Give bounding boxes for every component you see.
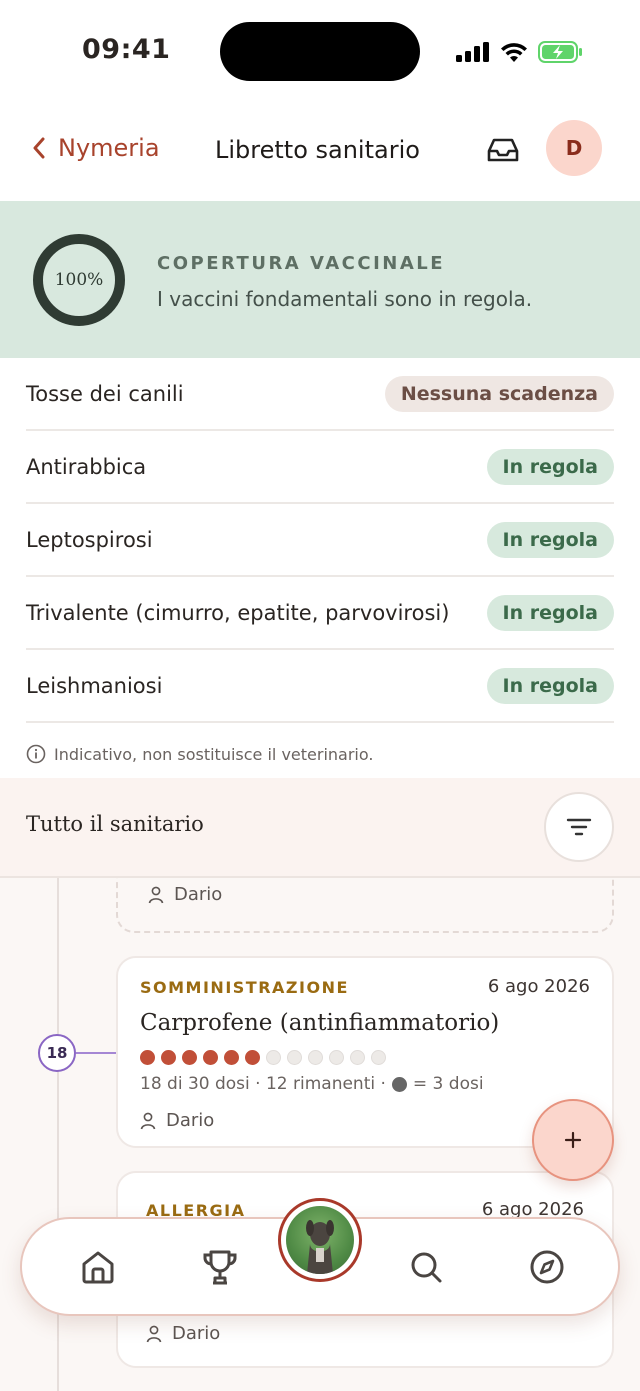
dose-dot-remaining <box>371 1050 386 1065</box>
disclaimer-text: Indicativo, non sostituisce il veterinar… <box>54 744 374 764</box>
dynamic-island <box>220 22 420 81</box>
dog-photo-icon <box>306 1220 334 1274</box>
dose-dot-taken <box>161 1050 176 1065</box>
dose-dot-remaining <box>287 1050 302 1065</box>
inbox-button[interactable] <box>485 132 521 168</box>
coverage-percent: 100% <box>54 270 104 290</box>
status-badge: In regola <box>486 521 614 558</box>
person-icon <box>140 1112 156 1129</box>
vaccine-name: Antirabbica <box>26 454 147 479</box>
dose-dot-taken <box>203 1050 218 1065</box>
battery-icon <box>538 41 582 63</box>
dose-dot-remaining <box>329 1050 344 1065</box>
vaccine-row-leptospirosi[interactable]: Leptospirosi In regola <box>26 504 614 577</box>
vaccine-row-leishmaniosi[interactable]: Leishmaniosi In regola <box>26 650 614 723</box>
section-title: Tutto il sanitario <box>26 812 204 836</box>
dose-dot-taken <box>245 1050 260 1065</box>
tab-home[interactable] <box>78 1247 118 1287</box>
health-section-header: Tutto il sanitario <box>0 778 640 878</box>
dose-unit-dot <box>391 1076 407 1092</box>
chevron-left-icon <box>33 137 45 159</box>
vaccine-name: Trivalente (cimurro, epatite, parvoviros… <box>26 600 450 625</box>
dose-unit: = 3 dosi <box>412 1074 484 1094</box>
trophy-icon <box>203 1250 237 1285</box>
filter-button[interactable] <box>544 792 614 862</box>
add-button[interactable] <box>532 1099 614 1181</box>
timeline-card-previous[interactable]: Dario <box>116 878 614 933</box>
search-icon <box>411 1252 442 1283</box>
dose-count: 18 di 30 dosi · 12 rimanenti · <box>140 1074 386 1094</box>
vaccine-name: Leishmaniosi <box>26 673 163 698</box>
card-date: 6 ago 2026 <box>487 976 590 997</box>
tab-pet-profile[interactable] <box>278 1198 362 1282</box>
compass-icon <box>530 1250 564 1284</box>
person-icon <box>146 1325 162 1342</box>
wifi-icon <box>501 43 527 62</box>
signal-icon <box>456 42 489 62</box>
status-badge: In regola <box>486 448 614 485</box>
vaccine-name: Leptospirosi <box>26 527 153 552</box>
plus-icon <box>564 1131 582 1149</box>
vaccine-row-trivalente[interactable]: Trivalente (cimurro, epatite, parvoviros… <box>26 577 614 650</box>
back-button[interactable]: Nymeria <box>32 134 160 162</box>
dose-dot-taken <box>224 1050 239 1065</box>
card-title: Carprofene (antinfiammatorio) <box>140 1010 500 1036</box>
disclaimer: Indicativo, non sostituisce il veterinar… <box>26 744 373 764</box>
status-bar: 09:41 <box>0 0 640 100</box>
dose-info: 18 di 30 dosi · 12 rimanenti · = 3 dosi <box>140 1074 484 1094</box>
dose-progress <box>140 1050 386 1065</box>
vaccine-row-tosse[interactable]: Tosse dei canili Nessuna scadenza <box>26 358 614 431</box>
vaccine-name: Tosse dei canili <box>26 381 184 406</box>
coverage-title: COPERTURA VACCINALE <box>157 253 446 274</box>
dog-avatar <box>286 1206 354 1274</box>
inbox-icon <box>487 138 519 162</box>
tab-explore[interactable] <box>527 1247 567 1287</box>
status-badge: In regola <box>486 594 614 631</box>
person-line: Dario <box>148 884 222 905</box>
dose-dot-remaining <box>308 1050 323 1065</box>
page-title: Libretto sanitario <box>215 136 420 164</box>
status-badge: Nessuna scadenza <box>384 375 614 412</box>
status-time: 09:41 <box>82 34 171 65</box>
day-badge: 18 <box>38 1034 76 1072</box>
user-avatar[interactable]: D <box>546 120 602 176</box>
person-line: Dario <box>140 1110 214 1131</box>
tab-trophy[interactable] <box>200 1247 240 1287</box>
status-icons <box>456 38 584 66</box>
filter-icon <box>566 818 592 836</box>
person-name: Dario <box>172 1323 221 1344</box>
day-connector <box>76 1052 116 1054</box>
person-name: Dario <box>166 1110 215 1131</box>
dose-dot-taken <box>140 1050 155 1065</box>
person-name: Dario <box>174 884 223 905</box>
dose-dot-taken <box>182 1050 197 1065</box>
nav-bar: Nymeria Libretto sanitario D <box>0 100 640 201</box>
card-kind: SOMMINISTRAZIONE <box>140 978 349 997</box>
back-label: Nymeria <box>58 134 160 162</box>
person-line: Dario <box>146 1323 220 1344</box>
vaccine-coverage-banner: 100% COPERTURA VACCINALE I vaccini fonda… <box>0 201 640 358</box>
dose-dot-remaining <box>350 1050 365 1065</box>
coverage-subtitle: I vaccini fondamentali sono in regola. <box>157 287 533 311</box>
info-icon <box>26 744 46 764</box>
vaccine-row-antirabbica[interactable]: Antirabbica In regola <box>26 431 614 504</box>
dose-dot-remaining <box>266 1050 281 1065</box>
vaccine-list: Tosse dei canili Nessuna scadenza Antira… <box>26 358 614 723</box>
person-icon <box>148 886 164 903</box>
status-badge: In regola <box>486 667 614 704</box>
home-icon <box>82 1251 114 1284</box>
tab-search[interactable] <box>406 1247 446 1287</box>
